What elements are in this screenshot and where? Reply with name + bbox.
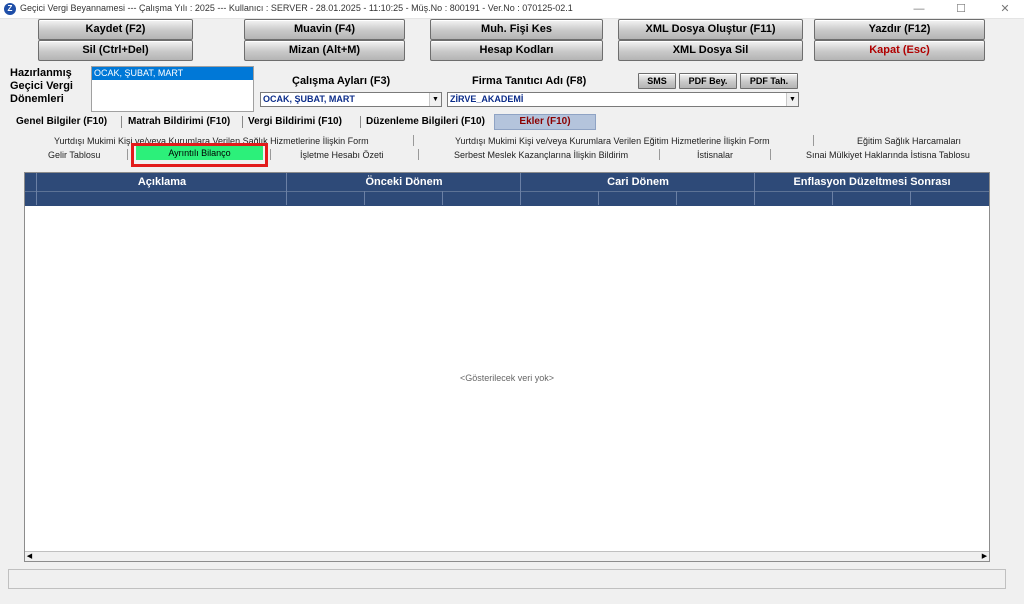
status-bar [8,569,1006,589]
firma-label: Firma Tanıtıcı Adı (F8) [472,75,587,87]
title-bar: Z Geçici Vergi Beyannamesi --- Çalışma Y… [0,0,1024,19]
tab-genel-bilgiler[interactable]: Genel Bilgiler (F10) [10,113,124,130]
tab-divider [418,149,419,160]
firma-value: ZİRVE_AKADEMİ [450,94,524,104]
column-header-onceki-donem[interactable]: Önceki Dönem [287,173,521,191]
chevron-down-icon[interactable]: ▼ [786,93,798,106]
tab-divider [413,135,414,146]
minimize-button[interactable]: — [904,1,934,17]
kapat-button[interactable]: Kapat (Esc) [814,40,985,61]
calisma-aylari-label: Çalışma Ayları (F3) [292,75,391,87]
tab-isletme-hesabi-ozeti[interactable]: İşletme Hesabı Özeti [300,150,384,160]
grid-line [364,191,365,205]
grid-line [754,173,755,205]
scroll-left-icon[interactable]: ◀ [25,552,34,561]
calisma-aylari-value: OCAK, ŞUBAT, MART [263,94,355,104]
tab-vergi-bildirimi[interactable]: Vergi Bildirimi (F10) [242,113,364,130]
yazdir-button[interactable]: Yazdır (F12) [814,19,985,40]
grid-line [676,191,677,205]
hazirlanmis-label-1: Hazırlanmış [10,67,72,79]
tab-gelir-tablosu[interactable]: Gelir Tablosu [48,150,100,160]
grid-line [520,173,521,205]
kaydet-button[interactable]: Kaydet (F2) [38,19,193,40]
close-window-button[interactable]: ✕ [990,1,1020,17]
muavin-button[interactable]: Muavin (F4) [244,19,405,40]
xml-olustur-button[interactable]: XML Dosya Oluştur (F11) [618,19,803,40]
grid-line [442,191,443,205]
column-header-cari-donem[interactable]: Cari Dönem [521,173,755,191]
pdf-bey-button[interactable]: PDF Bey. [679,73,737,89]
horizontal-scrollbar[interactable]: ◀ ▶ [25,551,989,561]
chevron-down-icon[interactable]: ▼ [429,93,441,106]
app-logo-icon: Z [4,3,16,15]
data-grid[interactable]: Açıklama Önceki Dönem Cari Dönem Enflasy… [24,172,990,562]
tab-divider [770,149,771,160]
muh-fisi-button[interactable]: Muh. Fişi Kes [430,19,603,40]
tab-serbest-meslek-bildirim[interactable]: Serbest Meslek Kazançlarına İlişkin Bild… [454,150,628,160]
sms-button[interactable]: SMS [638,73,676,89]
grid-header: Açıklama Önceki Dönem Cari Dönem Enflasy… [25,173,989,191]
tab-ekler[interactable]: Ekler (F10) [494,114,596,130]
hazirlanmis-label-2: Geçici Vergi [10,80,73,92]
grid-line [910,191,911,205]
maximize-button[interactable]: ☐ [946,1,976,17]
grid-subheader [25,191,989,206]
app-window: Z Geçici Vergi Beyannamesi --- Çalışma Y… [0,0,1024,604]
tab-divider [270,149,271,160]
mizan-button[interactable]: Mizan (Alt+M) [244,40,405,61]
tab-divider [813,135,814,146]
sil-button[interactable]: Sil (Ctrl+Del) [38,40,193,61]
tab-sinai-mulkiyet-istisna[interactable]: Sınai Mülkiyet Haklarında İstisna Tablos… [806,150,970,160]
tab-duzenleme-bilgileri[interactable]: Düzenleme Bilgileri (F10) [360,113,496,130]
scroll-right-icon[interactable]: ▶ [980,552,989,561]
hesap-kodlari-button[interactable]: Hesap Kodları [430,40,603,61]
tab-egitim-saglik-harcamalari[interactable]: Eğitim Sağlık Harcamaları [857,136,961,146]
grid-line [286,173,287,205]
highlight-annotation-box [131,143,268,167]
xml-sil-button[interactable]: XML Dosya Sil [618,40,803,61]
tab-egitim-hizmetleri-form[interactable]: Yurtdışı Mukimi Kişi ve/veya Kurumlara V… [455,136,770,146]
calisma-aylari-select[interactable]: OCAK, ŞUBAT, MART ▼ [260,92,442,107]
grid-line [36,173,37,205]
grid-line [598,191,599,205]
pdf-tah-button[interactable]: PDF Tah. [740,73,798,89]
donemler-listbox[interactable]: OCAK, ŞUBAT, MART [91,66,254,112]
firma-select[interactable]: ZİRVE_AKADEMİ ▼ [447,92,799,107]
column-header-aciklama[interactable]: Açıklama [37,173,287,191]
tab-istisnalar[interactable]: İstisnalar [697,150,733,160]
donemler-selected-item[interactable]: OCAK, ŞUBAT, MART [92,67,253,80]
empty-grid-message: <Gösterilecek veri yok> [459,373,555,383]
tab-matrah-bildirimi[interactable]: Matrah Bildirimi (F10) [122,113,246,130]
column-header-enflasyon[interactable]: Enflasyon Düzeltmesi Sonrası [755,173,989,191]
window-title: Geçici Vergi Beyannamesi --- Çalışma Yıl… [20,3,573,13]
tab-divider [127,149,128,160]
hazirlanmis-label-3: Dönemleri [10,93,64,105]
grid-line [832,191,833,205]
tab-divider [659,149,660,160]
